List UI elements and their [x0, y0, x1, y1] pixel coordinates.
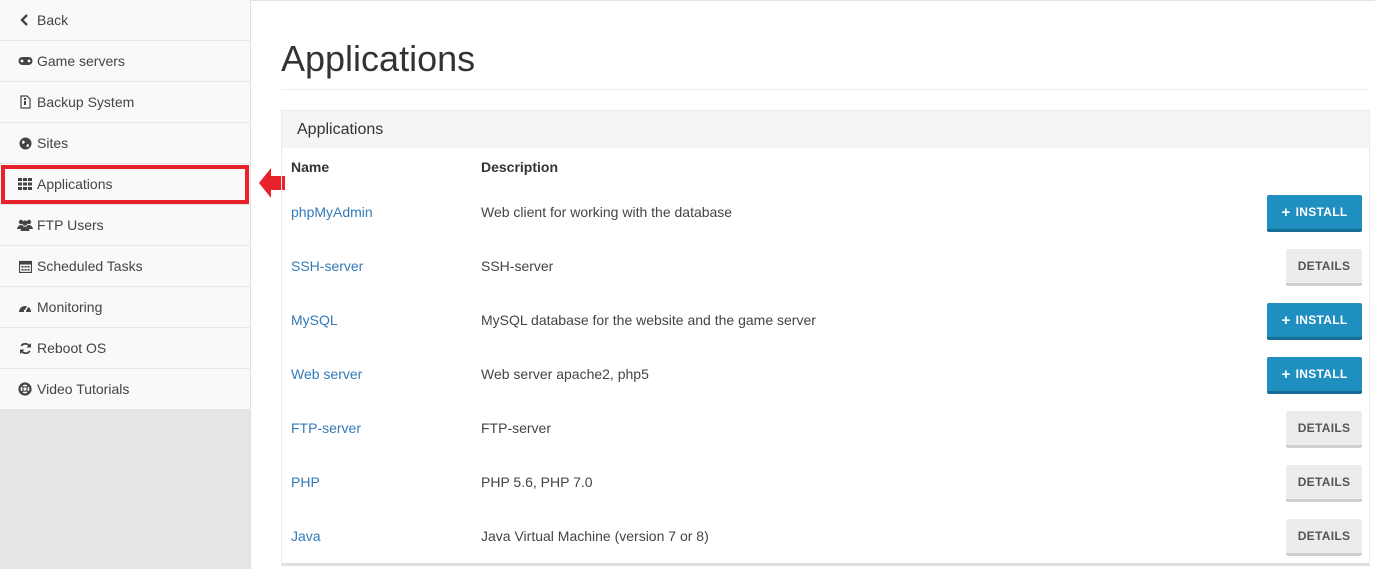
calendar-icon [17, 259, 33, 273]
nav-back[interactable]: Back [0, 0, 250, 41]
app-description: Web client for working with the database [481, 204, 733, 220]
table-row: PHP PHP 5.6, PHP 7.0 DETAILS [282, 455, 1369, 509]
install-button-label: INSTALL [1295, 367, 1348, 381]
details-button[interactable]: DETAILS [1286, 519, 1362, 556]
nav-label: Applications [37, 176, 113, 192]
applications-panel: Applications Name Description phpMyAdmin… [281, 110, 1370, 566]
gamepad-icon [17, 54, 33, 68]
install-button[interactable]: + INSTALL [1267, 357, 1362, 394]
title-divider [281, 89, 1369, 90]
app-description: MySQL database for the website and the g… [481, 312, 816, 328]
app-description: FTP-server [481, 420, 551, 436]
column-header-description: Description [481, 159, 559, 175]
nav-label: Video Tutorials [37, 381, 130, 397]
table-row: FTP-server FTP-server DETAILS [282, 401, 1369, 455]
install-button[interactable]: + INSTALL [1267, 195, 1362, 232]
app-description: Java Virtual Machine (version 7 or 8) [481, 528, 709, 544]
app-description: Web server apache2, php5 [481, 366, 649, 382]
nav-applications[interactable]: Applications [0, 164, 250, 205]
grid-icon [17, 177, 33, 191]
app-name-link[interactable]: SSH-server [291, 239, 363, 293]
app-name-link[interactable]: MySQL [291, 293, 338, 347]
nav-scheduled-tasks[interactable]: Scheduled Tasks [0, 246, 250, 287]
nav-game-servers[interactable]: Game servers [0, 41, 250, 82]
details-button[interactable]: DETAILS [1286, 249, 1362, 286]
details-button[interactable]: DETAILS [1286, 465, 1362, 502]
table-row: phpMyAdmin Web client for working with t… [282, 185, 1369, 239]
nav-label: FTP Users [37, 217, 104, 233]
app-name-link[interactable]: FTP-server [291, 401, 361, 455]
app-name-link[interactable]: PHP [291, 455, 320, 509]
nav-label: Reboot OS [37, 340, 107, 356]
file-archive-icon [17, 95, 33, 109]
nav-label: Monitoring [37, 299, 103, 315]
panel-heading: Applications [282, 111, 1369, 148]
table-row: Web server Web server apache2, php5 + INS… [282, 347, 1369, 401]
nav-backup-system[interactable]: Backup System [0, 82, 250, 123]
install-button[interactable]: + INSTALL [1267, 303, 1362, 340]
app-name-link[interactable]: Web server [291, 347, 362, 401]
app-description: PHP 5.6, PHP 7.0 [481, 474, 593, 490]
table-row: Java Java Virtual Machine (version 7 or … [282, 509, 1369, 563]
users-icon [17, 218, 33, 232]
plus-icon: + [1281, 311, 1291, 329]
nav-reboot-os[interactable]: Reboot OS [0, 328, 250, 369]
install-button-label: INSTALL [1295, 205, 1348, 219]
details-button[interactable]: DETAILS [1286, 411, 1362, 448]
page-title: Applications [281, 38, 476, 79]
nav-label: Backup System [37, 94, 135, 110]
app-name-link[interactable]: Java [291, 509, 321, 563]
app-name-link[interactable]: phpMyAdmin [291, 185, 373, 239]
sidebar: Back Game servers Backup System Sites Ap… [0, 0, 251, 569]
chevron-left-icon [17, 13, 33, 27]
dashboard-icon [17, 300, 33, 314]
plus-icon: + [1281, 203, 1291, 221]
nav-ftp-users[interactable]: FTP Users [0, 205, 250, 246]
table-row: MySQL MySQL database for the website and… [282, 293, 1369, 347]
app-description: SSH-server [481, 258, 554, 274]
nav-label: Sites [37, 135, 69, 151]
main-content: Applications Applications Name Descripti… [251, 0, 1375, 569]
nav-video-tutorials[interactable]: Video Tutorials [0, 369, 250, 410]
nav-monitoring[interactable]: Monitoring [0, 287, 250, 328]
globe-icon [17, 136, 33, 150]
plus-icon: + [1281, 365, 1291, 383]
nav-label: Game servers [37, 53, 125, 69]
table-row: SSH-server SSH-server DETAILS [282, 239, 1369, 293]
nav-sites[interactable]: Sites [0, 123, 250, 164]
nav-label: Back [37, 12, 69, 28]
lifebuoy-icon [17, 382, 33, 396]
install-button-label: INSTALL [1295, 313, 1348, 327]
column-header-name: Name [291, 159, 330, 175]
top-divider [251, 0, 1375, 1]
nav-label: Scheduled Tasks [37, 258, 143, 274]
refresh-icon [17, 341, 33, 355]
